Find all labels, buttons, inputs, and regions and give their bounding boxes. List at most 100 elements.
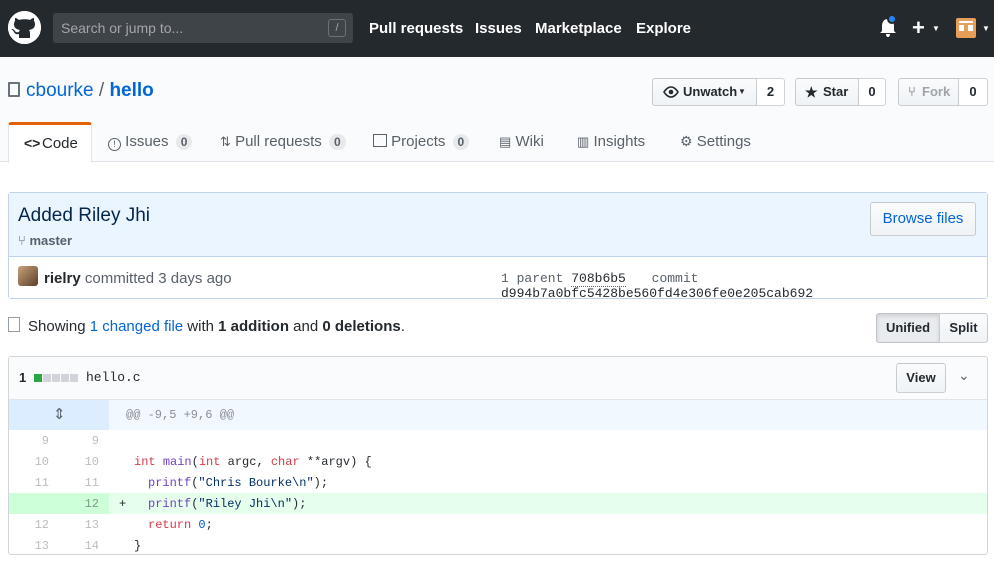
commit-shas: 1 parent 708b6b5 commit d994b7a0bfc5428b… (501, 271, 987, 301)
file-header: 1 hello.c View ⌄ (9, 357, 987, 400)
code-icon: <> (24, 135, 41, 151)
chevron-down-icon: ▼ (982, 24, 990, 33)
nav-explore[interactable]: Explore (636, 20, 691, 37)
unfold-icon[interactable]: ⇕ (53, 405, 66, 423)
commit-title: Added Riley Jhi (18, 205, 151, 226)
summary-with: with (187, 318, 214, 335)
file-change-count: 1 (19, 370, 27, 385)
commit-author-line: rielry committed 3 days ago (44, 270, 232, 287)
file-diff-icon (8, 317, 20, 332)
new-line-number[interactable]: 10 (59, 455, 99, 469)
tab-issues[interactable]: ! Issues 0 (108, 133, 193, 151)
tab-pull-requests-counter: 0 (328, 134, 346, 150)
fork-button[interactable]: ⑂ Fork (898, 78, 959, 106)
old-line-number[interactable]: 9 (9, 434, 49, 448)
search-input[interactable]: Search or jump to... / (53, 13, 353, 43)
unified-view-button[interactable]: Unified (876, 313, 940, 343)
new-line-number[interactable]: 14 (59, 539, 99, 553)
star-button[interactable]: ★ Star (795, 78, 859, 106)
file-diff: 1 hello.c View ⌄ ⇕ @@ -9,5 +9,6 @@ 9 9 1… (8, 356, 988, 555)
star-count[interactable]: 0 (859, 78, 886, 106)
browse-files-button[interactable]: Browse files (870, 202, 976, 236)
diff-line: 10 10 int main(int argc, char **argv) { (9, 451, 987, 472)
tab-projects[interactable]: Projects 0 (373, 133, 470, 150)
summary-and: and (293, 318, 319, 335)
deletions-count: 0 deletions (322, 318, 401, 335)
commit-sha: d994b7a0bfc5428be560fd4e306fe0e205cab692 (501, 286, 814, 301)
tab-projects-counter: 0 (452, 134, 470, 150)
tab-insights[interactable]: ▥ Insights (577, 133, 645, 150)
unread-indicator (887, 14, 897, 24)
changed-files-link[interactable]: 1 changed file (90, 318, 183, 335)
star-label: Star (823, 84, 849, 99)
summary-showing: Showing (28, 318, 86, 335)
project-icon (373, 134, 387, 147)
tab-pull-requests[interactable]: ⇅ Pull requests 0 (220, 133, 346, 150)
new-line-number[interactable]: 13 (59, 518, 99, 532)
author-link[interactable]: rielry (44, 270, 81, 287)
author-avatar[interactable] (18, 266, 38, 286)
line-code: } (134, 539, 142, 553)
diff-line: 12 13 return 0; (9, 514, 987, 535)
line-code: int main(int argc, char **argv) { (134, 455, 372, 469)
eye-icon (663, 86, 679, 98)
tab-code-label: Code (42, 135, 78, 152)
new-line-number[interactable]: 9 (59, 434, 99, 448)
repo-owner-link[interactable]: cbourke (26, 80, 94, 101)
nav-issues[interactable]: Issues (475, 20, 522, 37)
commit-label: commit (651, 271, 699, 286)
hunk-range: @@ -9,5 +9,6 @@ (126, 408, 235, 422)
gear-icon: ⚙ (680, 133, 693, 149)
diff-line: 11 11 printf("Chris Bourke\n"); (9, 472, 987, 493)
github-logo-icon[interactable] (8, 11, 41, 44)
parent-sha-link[interactable]: 708b6b5 (571, 271, 626, 287)
tab-settings[interactable]: ⚙ Settings (680, 133, 751, 150)
chevron-down-icon: ▼ (932, 24, 940, 33)
graph-icon: ▥ (577, 134, 590, 149)
chevron-down-icon[interactable]: ⌄ (958, 367, 970, 384)
fork-count[interactable]: 0 (959, 78, 988, 106)
branch-icon: ⑂ (18, 233, 26, 248)
new-line-number[interactable]: 11 (59, 476, 99, 490)
hunk-header: ⇕ @@ -9,5 +9,6 @@ (9, 400, 987, 430)
summary-period: . (400, 318, 405, 335)
line-code: printf("Riley Jhi\n"); (148, 497, 307, 511)
diff-line: 13 14 } (9, 535, 987, 554)
fork-icon: ⑂ (908, 84, 916, 99)
search-placeholder: Search or jump to... (61, 20, 184, 36)
branch-name[interactable]: master (29, 233, 72, 248)
new-line-number[interactable]: 12 (59, 497, 99, 511)
nav-pull-requests[interactable]: Pull requests (369, 20, 463, 37)
tab-pull-requests-label: Pull requests (235, 133, 322, 150)
file-name-link[interactable]: hello.c (86, 370, 141, 385)
diff-line: 9 9 (9, 430, 987, 451)
tab-projects-label: Projects (391, 133, 446, 150)
view-file-button[interactable]: View (896, 363, 946, 393)
user-avatar[interactable] (956, 18, 976, 38)
old-line-number[interactable]: 13 (9, 539, 49, 553)
additions-count: 1 addition (218, 318, 289, 335)
watch-count[interactable]: 2 (757, 78, 785, 106)
tab-wiki-label: Wiki (515, 133, 544, 150)
split-view-button[interactable]: Split (939, 313, 988, 343)
tab-insights-label: Insights (593, 133, 646, 150)
diff-line-added: 12 + printf("Riley Jhi\n"); (9, 493, 987, 514)
old-line-number[interactable]: 12 (9, 518, 49, 532)
tab-code[interactable]: <> Code (8, 122, 92, 163)
fork-label: Fork (922, 84, 951, 99)
unwatch-button[interactable]: Unwatch ▼ (652, 78, 757, 106)
branch-label: ⑂ master (18, 233, 72, 248)
repo-path-separator: / (98, 80, 105, 101)
tab-wiki[interactable]: ▤ Wiki (499, 133, 544, 150)
nav-marketplace[interactable]: Marketplace (535, 20, 622, 37)
diff-summary: Showing 1 changed file with 1 addition a… (28, 318, 405, 335)
create-new-icon[interactable]: + (912, 15, 925, 41)
repo-name-link[interactable]: hello (109, 80, 153, 101)
tab-issues-label: Issues (125, 133, 169, 150)
pull-request-icon: ⇅ (220, 134, 231, 149)
old-line-number[interactable]: 11 (9, 476, 49, 490)
commit-box: Added Riley Jhi ⑂ master Browse files ri… (8, 192, 988, 301)
commit-header: Added Riley Jhi ⑂ master Browse files (9, 193, 987, 257)
old-line-number[interactable]: 10 (9, 455, 49, 469)
tab-settings-label: Settings (696, 133, 751, 150)
